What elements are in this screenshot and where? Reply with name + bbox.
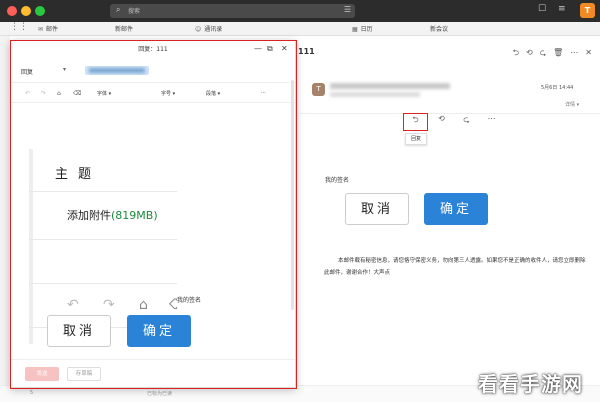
reply-compose-window: 回复：111 — ⧉ ✕ 回复 ▾ ↶ ↷ ⌂ ⌫ 字体 ▾ 字号 ▾ 段落 ▾… — [10, 40, 296, 388]
message-image-cancel-button: 取消 — [345, 193, 409, 225]
menu-icon[interactable]: ≡ — [558, 4, 566, 14]
reply-icon[interactable]: ⮌ — [513, 48, 519, 57]
zoom-redo-icon: ↷ — [103, 297, 115, 313]
title-bar: ⌕ 搜索 ☰ ☐ ≡ T — [0, 0, 600, 22]
compose-title: 回复：111 — [138, 46, 168, 53]
sender-avatar: T — [312, 83, 325, 96]
compose-image-cancel-button: 取消 — [47, 315, 111, 347]
zoom-attach-label: 添加附件(819MB) — [67, 209, 158, 222]
font-size-select[interactable]: 字号 ▾ — [161, 90, 175, 97]
undo-icon[interactable]: ↶ — [25, 90, 30, 97]
font-select[interactable]: 字体 ▾ — [97, 90, 111, 97]
sender-address-blurred — [330, 92, 420, 97]
message-signature: 我的签名 — [325, 177, 350, 184]
details-link[interactable]: 详情 ▾ — [565, 101, 579, 108]
more-format-button[interactable]: ··· — [261, 90, 266, 96]
search-placeholder: 搜索 — [128, 8, 141, 15]
more-icon: ⋯ — [487, 114, 496, 123]
search-input[interactable]: ⌕ 搜索 ☰ — [110, 4, 355, 18]
message-header-actions: ⮌ ⟲ ⮎ 🗑 ⋯ ✕ — [506, 47, 592, 61]
compose-image-ok-button: 确定 — [127, 315, 191, 347]
tab-new-meeting[interactable]: 新会议 — [430, 24, 448, 33]
site-watermark: 看看手游网 — [478, 372, 583, 396]
eraser-icon[interactable]: ⌫ — [73, 90, 81, 97]
header-divider — [300, 113, 600, 114]
apps-grid-icon[interactable]: ⋮⋮ — [10, 22, 28, 32]
close-icon[interactable]: ✕ — [585, 48, 592, 57]
contacts-icon: ☺ — [195, 26, 202, 33]
forward-icon[interactable]: ⮎ — [540, 48, 546, 57]
paragraph-select[interactable]: 段落 ▾ — [206, 90, 220, 97]
chevron-down-icon[interactable]: ▾ — [63, 66, 66, 73]
user-avatar[interactable]: T — [580, 3, 595, 18]
mail-icon: ✉ — [38, 26, 44, 33]
format-toolbar: ↶ ↷ ⌂ ⌫ 字体 ▾ 字号 ▾ 段落 ▾ ··· — [11, 85, 295, 103]
reply-all-icon: ⟲ — [438, 114, 445, 123]
forward-icon: ⮎ — [463, 115, 470, 124]
message-image-ok-button: 确定 — [424, 193, 488, 225]
status-note: 已标为已读 — [147, 391, 173, 397]
reply-button-highlight — [403, 113, 428, 131]
recipient-row: 回复 ▾ — [11, 59, 295, 83]
reply-tooltip: 回复 — [405, 133, 427, 145]
zoom-window-dot[interactable] — [35, 6, 45, 16]
tab-contacts[interactable]: ☺ 通讯录 — [195, 24, 222, 33]
mail-app: ⌕ 搜索 ☰ ☐ ≡ T ⋮⋮ ✉ 邮件 新邮件 ☺ 通讯录 ▦ 日历 新会议 111… — [0, 0, 600, 402]
zoom-undo-icon: ↶ — [67, 297, 79, 313]
recipient-chip[interactable] — [85, 66, 149, 75]
close-window-dot[interactable] — [7, 6, 17, 16]
calendar-icon: ▦ — [352, 26, 358, 33]
more-actions-button[interactable]: ⋯ — [483, 114, 500, 127]
sender-name-blurred — [330, 83, 450, 89]
zoom-eraser-icon: ⌫ — [169, 297, 177, 313]
send-button[interactable]: 发送 — [25, 367, 59, 381]
search-icon: ⌕ — [116, 5, 121, 14]
reply-all-button[interactable]: ⟲ — [433, 114, 450, 127]
chat-icon[interactable]: ☐ — [538, 4, 546, 14]
count-label: 5 — [30, 390, 34, 396]
folder-sidebar — [0, 36, 10, 402]
redo-icon[interactable]: ↷ — [41, 90, 46, 97]
close-icon[interactable]: ✕ — [281, 44, 288, 53]
compose-signature: 我的签名 — [177, 297, 202, 304]
reply-mode-label[interactable]: 回复 — [21, 67, 33, 76]
zoom-format-painter-icon: ⌂ — [139, 297, 148, 313]
reply-all-icon[interactable]: ⟲ — [526, 48, 533, 57]
message-subject: 111 — [298, 47, 315, 56]
tab-bar: ⋮⋮ ✉ 邮件 新邮件 ☺ 通讯录 ▦ 日历 新会议 — [0, 22, 600, 36]
tab-new-mail[interactable]: 新邮件 — [115, 24, 133, 33]
minimize-window-dot[interactable] — [21, 6, 31, 16]
scrollbar[interactable] — [291, 80, 294, 310]
confidentiality-notice: 本邮件载有秘密信息，请您恪守保密义务，勿向第三人透露。如果您不是正确的收件人，请… — [324, 258, 586, 276]
format-painter-icon[interactable]: ⌂ — [57, 90, 61, 97]
tab-mail[interactable]: ✉ 邮件 — [38, 24, 58, 33]
zoom-subject-label: 主题 — [55, 167, 102, 182]
minimize-icon[interactable]: — — [254, 44, 262, 53]
compose-action-bar: 发送 存草稿 — [11, 359, 295, 387]
message-date: 5月6日 14:44 — [541, 85, 574, 91]
more-icon[interactable]: ⋯ — [570, 48, 578, 57]
save-draft-button[interactable]: 存草稿 — [67, 367, 101, 381]
forward-button[interactable]: ⮎ — [458, 114, 475, 127]
popout-icon[interactable]: ⧉ — [267, 44, 273, 54]
tab-calendar[interactable]: ▦ 日历 — [352, 24, 373, 33]
delete-icon[interactable]: 🗑 — [553, 48, 563, 57]
filter-icon[interactable]: ☰ — [344, 5, 351, 14]
